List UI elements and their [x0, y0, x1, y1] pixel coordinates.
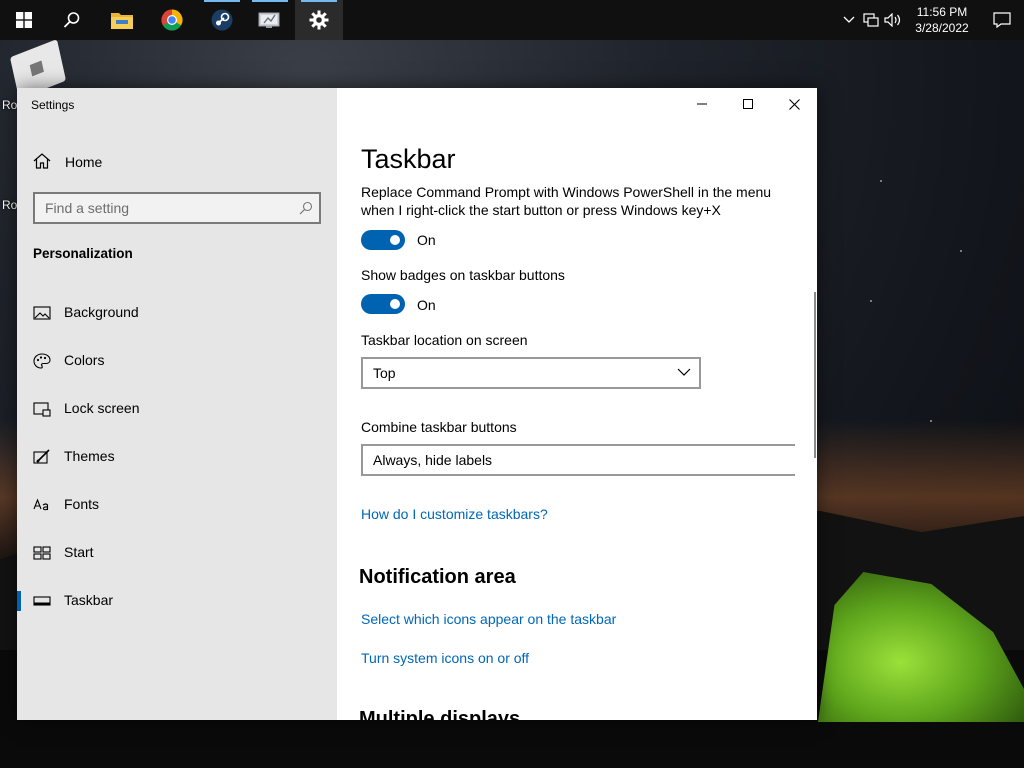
- page-title: Taskbar: [361, 144, 456, 174]
- picture-icon: [33, 306, 51, 320]
- clock-date: 3/28/2022: [915, 21, 969, 35]
- search-icon: [299, 201, 313, 215]
- nav-home-label: Home: [65, 154, 103, 170]
- chevron-down-icon: [677, 368, 691, 376]
- speaker-icon: [884, 13, 901, 27]
- powershell-toggle[interactable]: [361, 230, 405, 250]
- show-hidden-icons-button[interactable]: [838, 0, 860, 40]
- window-title: Settings: [31, 98, 75, 112]
- nav-item-themes[interactable]: Themes: [17, 437, 337, 477]
- notification-area-heading: Notification area: [359, 566, 516, 588]
- combine-dropdown[interactable]: Always, hide labels: [361, 444, 795, 476]
- network-button[interactable]: [860, 0, 882, 40]
- selection-indicator: [17, 591, 21, 611]
- badges-toggle-state: On: [417, 297, 436, 313]
- home-icon: [33, 153, 51, 169]
- badges-toggle[interactable]: [361, 294, 405, 314]
- fonts-icon: [33, 498, 49, 511]
- network-icon: [863, 13, 879, 27]
- combine-dropdown-value: Always, hide labels: [373, 452, 493, 468]
- settings-gear-icon: [309, 10, 329, 30]
- settings-button[interactable]: [295, 0, 343, 40]
- nav-home[interactable]: Home: [17, 148, 337, 176]
- desktop-icon-label: Ro: [2, 198, 18, 212]
- nav-item-label: Taskbar: [64, 592, 114, 608]
- lock-screen-icon: [33, 402, 51, 417]
- steam-icon: [211, 9, 233, 31]
- nav-item-start[interactable]: Start: [17, 533, 337, 573]
- windows-start-icon: [16, 12, 32, 28]
- powershell-toggle-state: On: [417, 232, 436, 248]
- nav-item-lock-screen[interactable]: Lock screen: [17, 389, 337, 429]
- content-pane: Taskbar Replace Command Prompt with Wind…: [337, 88, 817, 720]
- select-icons-link[interactable]: Select which icons appear on the taskbar: [361, 611, 616, 627]
- clock[interactable]: 11:56 PM 3/28/2022: [904, 4, 980, 36]
- combine-setting-label: Combine taskbar buttons: [361, 419, 517, 435]
- system-icons-link[interactable]: Turn system icons on or off: [361, 650, 529, 666]
- file-explorer-icon: [111, 13, 133, 29]
- themes-brush-icon: [33, 449, 50, 464]
- palette-icon: [33, 353, 51, 369]
- desktop-icon-label: Ro: [2, 98, 18, 112]
- nav-item-label: Colors: [64, 352, 105, 368]
- windows-start-button[interactable]: [0, 0, 48, 40]
- location-dropdown[interactable]: Top: [361, 357, 701, 389]
- section-title: Personalization: [33, 246, 133, 261]
- remote-desktop-icon: [258, 12, 280, 28]
- file-explorer-button[interactable]: [98, 0, 146, 40]
- nav-item-colors[interactable]: Colors: [17, 341, 337, 381]
- chrome-button[interactable]: [148, 0, 196, 40]
- scrollbar[interactable]: [814, 292, 816, 458]
- remote-desktop-button[interactable]: [246, 0, 294, 40]
- find-setting-input[interactable]: [35, 194, 285, 222]
- steam-button[interactable]: [198, 0, 246, 40]
- nav-item-taskbar[interactable]: Taskbar: [17, 581, 337, 621]
- search-icon: [63, 12, 80, 28]
- toggle-knob: [390, 299, 400, 309]
- chevron-up-icon: [843, 16, 855, 23]
- action-center-button[interactable]: [980, 0, 1024, 40]
- system-tray: 11:56 PM 3/28/2022: [838, 0, 1024, 40]
- notification-icon: [993, 12, 1011, 28]
- location-setting-label: Taskbar location on screen: [361, 332, 528, 348]
- customize-taskbars-link[interactable]: How do I customize taskbars?: [361, 506, 548, 522]
- start-tiles-icon: [33, 546, 51, 560]
- volume-button[interactable]: [882, 0, 904, 40]
- chrome-icon: [161, 9, 183, 31]
- nav-item-label: Start: [64, 544, 94, 560]
- taskbar-icon: [33, 596, 51, 606]
- find-setting-box[interactable]: [33, 192, 321, 224]
- toggle-knob: [390, 235, 400, 245]
- nav-item-label: Themes: [64, 448, 115, 464]
- nav-item-label: Lock screen: [64, 400, 140, 416]
- badges-setting-label: Show badges on taskbar buttons: [361, 267, 565, 283]
- navigation-pane: Settings Home Personalization Background: [17, 88, 337, 720]
- multiple-displays-heading: Multiple displays: [359, 708, 521, 720]
- clock-time: 11:56 PM: [916, 5, 968, 19]
- settings-window: Settings Home Personalization Background: [17, 88, 817, 720]
- taskbar: 11:56 PM 3/28/2022: [0, 0, 1024, 40]
- nav-item-background[interactable]: Background: [17, 293, 337, 333]
- nav-item-label: Fonts: [64, 496, 100, 512]
- taskbar-search-button[interactable]: [48, 0, 96, 40]
- location-dropdown-value: Top: [373, 365, 396, 381]
- powershell-setting-label: Replace Command Prompt with Windows Powe…: [361, 184, 772, 218]
- nav-item-fonts[interactable]: Fonts: [17, 485, 337, 525]
- nav-item-label: Background: [64, 304, 139, 320]
